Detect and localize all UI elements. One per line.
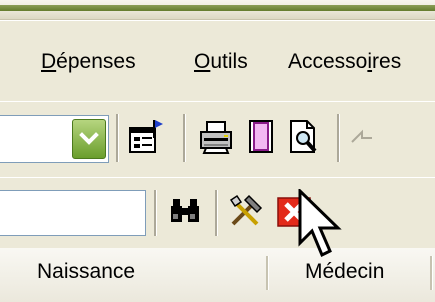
column-header-naissance[interactable]: Naissance	[37, 260, 135, 284]
arrow-cursor-icon	[298, 187, 342, 258]
toolbar-separator	[116, 114, 119, 162]
tools-icon	[229, 194, 263, 226]
toolbar-separator	[183, 114, 186, 162]
record-combo[interactable]	[0, 115, 109, 163]
toolbar-separator	[337, 114, 340, 162]
menu-depenses-mnemonic: D	[41, 50, 57, 73]
menu-bar: Dépenses Outils Accessoires	[0, 20, 435, 102]
page-icon	[249, 120, 273, 153]
standard-toolbar	[0, 101, 435, 178]
mouse-cursor	[298, 187, 346, 266]
menu-outils[interactable]: Outils	[194, 49, 248, 75]
print-preview-button[interactable]	[287, 118, 323, 161]
find-button[interactable]	[169, 196, 201, 231]
menu-outils-label: utils	[210, 50, 248, 73]
disabled-button[interactable]	[350, 124, 374, 153]
combo-dropdown-button[interactable]	[72, 119, 106, 159]
print-icon	[200, 121, 232, 154]
properties-button[interactable]	[127, 118, 165, 161]
menu-outils-mnemonic: O	[194, 50, 211, 73]
toolbar-separator	[215, 190, 218, 236]
chevron-down-icon	[79, 132, 99, 145]
menu-depenses[interactable]: Dépenses	[41, 49, 136, 75]
window-titlebar-strip	[0, 0, 435, 20]
page-setup-button[interactable]	[246, 118, 278, 161]
search-input[interactable]	[0, 190, 146, 236]
menu-accessoires[interactable]: Accessoires	[288, 49, 401, 75]
properties-icon	[129, 120, 163, 153]
search-toolbar	[0, 177, 435, 249]
toolbar-separator	[154, 190, 157, 236]
menu-accessoires-label-end: res	[372, 50, 402, 73]
print-preview-icon	[290, 120, 317, 153]
menu-depenses-label: épenses	[56, 50, 136, 73]
binoculars-icon	[171, 199, 199, 222]
grid-column-header: Naissance Médecin	[0, 248, 435, 302]
disabled-icon	[351, 129, 372, 143]
tools-button[interactable]	[227, 194, 263, 233]
print-button[interactable]	[198, 118, 236, 161]
column-resize-handle[interactable]	[266, 256, 269, 290]
titlebar-accent	[0, 5, 435, 11]
column-resize-handle[interactable]	[430, 256, 433, 290]
menu-accessoires-label-start: Accesso	[288, 50, 368, 73]
